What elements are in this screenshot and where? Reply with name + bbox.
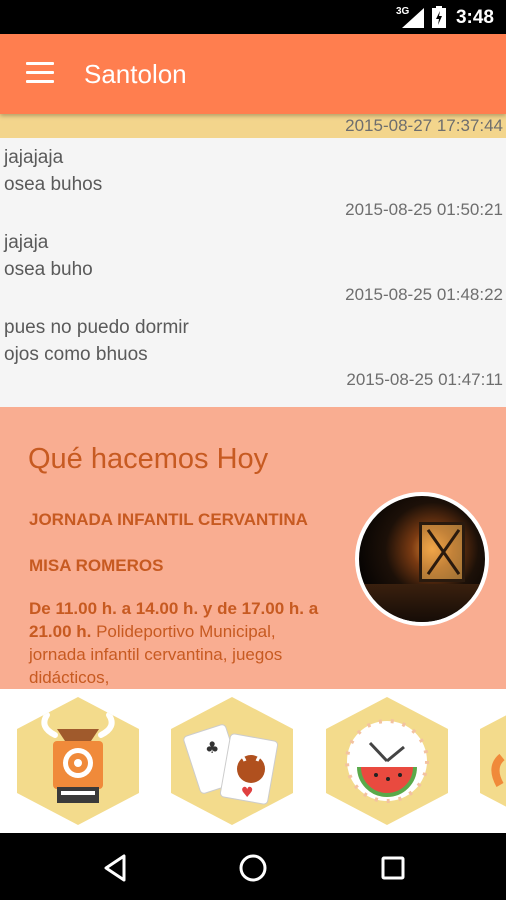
- partial-category-icon: [491, 753, 505, 787]
- signal-icon: [402, 8, 424, 28]
- event-photo[interactable]: [355, 492, 489, 626]
- event-title: JORNADA INFANTIL CERVANTINA: [29, 510, 308, 529]
- battery-icon: [432, 6, 446, 28]
- lantern-icon: [419, 522, 465, 582]
- message-line: jajajaja: [4, 147, 64, 168]
- category-watermelon-clock[interactable]: [326, 697, 448, 825]
- message-feed[interactable]: 2015-08-27 17:37:44 jajajaja osea buhos …: [0, 114, 506, 407]
- category-partial[interactable]: [480, 697, 506, 825]
- back-icon[interactable]: [100, 851, 134, 885]
- category-cards-bull[interactable]: ♣ ♥: [171, 697, 293, 825]
- event-title: MISA ROMEROS: [29, 556, 164, 575]
- status-bar: 3G 3:48: [0, 0, 506, 34]
- message-timestamp: 2015-08-25 01:48:22: [345, 285, 503, 304]
- message-line: osea buho: [4, 259, 93, 280]
- bull-camera-icon: [41, 712, 115, 803]
- menu-icon[interactable]: [26, 62, 54, 84]
- cards-bull-icon: ♣ ♥: [183, 724, 279, 805]
- list-item[interactable]: 2015-08-27 17:37:44: [0, 114, 506, 138]
- message-timestamp: 2015-08-27 17:37:44: [345, 116, 503, 135]
- message-line: jajaja: [4, 232, 49, 253]
- clock: 3:48: [455, 7, 494, 28]
- today-title: Qué hacemos Hoy: [28, 443, 269, 475]
- message-timestamp: 2015-08-25 01:50:21: [345, 200, 503, 219]
- photo-ground: [359, 584, 485, 622]
- message-timestamp: 2015-08-25 01:47:11: [346, 370, 503, 389]
- svg-text:♥: ♥: [241, 785, 254, 801]
- message-line: ojos como bhuos: [4, 344, 148, 365]
- list-item[interactable]: jajaja osea buho 2015-08-25 01:48:22: [0, 223, 506, 308]
- watermelon-clock-icon: [345, 719, 429, 803]
- navigation-bar: [0, 833, 506, 900]
- svg-text:♣: ♣: [205, 738, 219, 757]
- home-icon[interactable]: [236, 851, 270, 885]
- category-bar[interactable]: ♣ ♥: [0, 689, 506, 833]
- today-card[interactable]: Qué hacemos Hoy JORNADA INFANTIL CERVANT…: [0, 407, 506, 689]
- category-bull-camera[interactable]: [17, 697, 139, 825]
- event-description: De 11.00 h. a 14.00 h. y de 17.00 h. a 2…: [29, 597, 329, 689]
- message-line: osea buhos: [4, 174, 103, 195]
- list-item[interactable]: pues no puedo dormir ojos como bhuos 201…: [0, 308, 506, 393]
- list-item[interactable]: jajajaja osea buhos 2015-08-25 01:50:21: [0, 138, 506, 223]
- recents-icon[interactable]: [376, 851, 410, 885]
- app-title: Santolon: [84, 59, 187, 89]
- app-bar: Santolon: [0, 34, 506, 114]
- message-line: pues no puedo dormir: [4, 317, 189, 338]
